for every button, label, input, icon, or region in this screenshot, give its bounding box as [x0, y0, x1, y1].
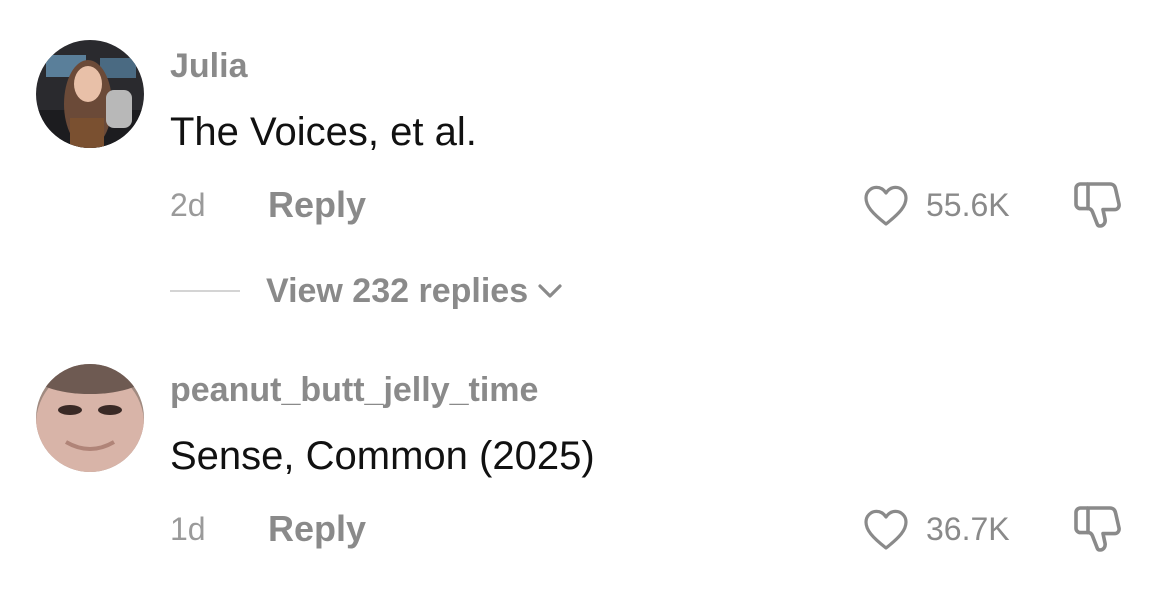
comment-text: The Voices, et al. — [170, 110, 477, 154]
reply-button[interactable]: Reply — [268, 184, 366, 226]
divider-line — [170, 290, 240, 292]
view-replies-button[interactable]: View 232 replies — [170, 266, 564, 316]
comment-username[interactable]: Julia — [170, 47, 247, 86]
comment-meta: 2d Reply — [170, 180, 366, 230]
like-button[interactable]: 55.6K — [862, 180, 1010, 230]
dislike-button[interactable] — [1070, 178, 1126, 230]
heart-outline-icon — [864, 185, 908, 226]
avatar[interactable] — [36, 40, 144, 148]
reply-button[interactable]: Reply — [268, 508, 366, 550]
comment-timestamp: 2d — [170, 186, 206, 223]
comment-meta: 1d Reply — [170, 504, 366, 554]
like-count: 55.6K — [926, 186, 1010, 223]
like-button[interactable]: 36.7K — [862, 504, 1010, 554]
comment-item: Julia The Voices, et al. 2d Reply 55.6K … — [0, 0, 1170, 340]
thumbs-down-icon — [1074, 506, 1121, 552]
chevron-down-icon — [538, 284, 562, 298]
comment-item: peanut_butt_jelly_time Sense, Common (20… — [0, 340, 1170, 593]
dislike-button[interactable] — [1070, 502, 1126, 554]
heart-outline-icon — [864, 509, 908, 550]
comment-username[interactable]: peanut_butt_jelly_time — [170, 371, 538, 410]
like-count: 36.7K — [926, 510, 1010, 547]
avatar[interactable] — [36, 364, 144, 472]
thumbs-down-icon — [1074, 182, 1121, 228]
comment-timestamp: 1d — [170, 510, 206, 547]
comment-text: Sense, Common (2025) — [170, 434, 595, 478]
view-replies-label: View 232 replies — [266, 271, 529, 310]
